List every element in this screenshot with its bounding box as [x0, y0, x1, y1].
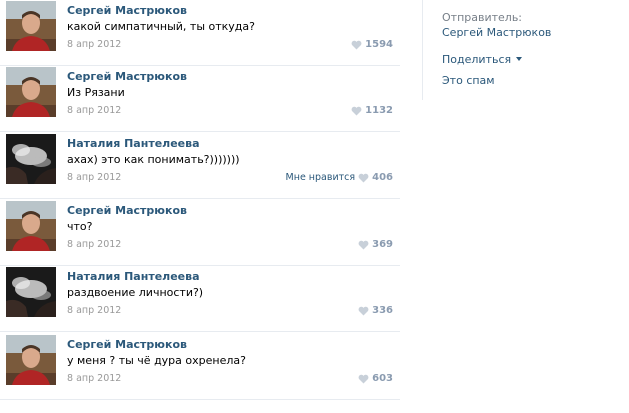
comment-text: что? — [67, 220, 93, 233]
heart-icon — [358, 374, 369, 384]
comment-date[interactable]: 8 апр 2012 — [67, 172, 121, 183]
like-count: 603 — [372, 373, 393, 384]
like-count: 336 — [372, 305, 393, 316]
like-count: 1594 — [365, 39, 393, 50]
avatar[interactable] — [6, 201, 56, 251]
comment: Сергей Мастрюков что? 8 апр 2012 369 — [0, 200, 400, 266]
heart-icon — [358, 306, 369, 316]
caret-down-icon — [516, 57, 523, 61]
divider — [0, 331, 400, 332]
like-label[interactable]: Мне нравится — [286, 172, 356, 183]
like-count: 369 — [372, 239, 393, 250]
comment-date[interactable]: 8 апр 2012 — [67, 305, 121, 316]
like-count: 406 — [372, 172, 393, 183]
sender-label: Отправитель: — [442, 11, 523, 24]
comment-author[interactable]: Сергей Мастрюков — [67, 70, 187, 83]
heart-icon — [358, 173, 369, 183]
like-control[interactable]: 1132 — [351, 105, 393, 116]
comment-author[interactable]: Наталия Пантелеева — [67, 137, 200, 150]
comment-text: ахах) это как понимать?))))))) — [67, 153, 240, 166]
heart-icon — [358, 240, 369, 250]
comment-author[interactable]: Сергей Мастрюков — [67, 4, 187, 17]
comment-text: какой симпатичный, ты откуда? — [67, 20, 255, 33]
comment-date[interactable]: 8 апр 2012 — [67, 105, 121, 116]
comment-date[interactable]: 8 апр 2012 — [67, 39, 121, 50]
avatar[interactable] — [6, 67, 56, 117]
comment-author[interactable]: Сергей Мастрюков — [67, 204, 187, 217]
like-control[interactable]: 336 — [358, 305, 393, 316]
avatar[interactable] — [6, 134, 56, 184]
comment-date[interactable]: 8 апр 2012 — [67, 373, 121, 384]
comment: Сергей Мастрюков какой симпатичный, ты о… — [0, 0, 400, 66]
heart-icon — [351, 40, 362, 50]
sidebar: Отправитель: Сергей Мастрюков Поделиться… — [422, 0, 629, 100]
comment-author[interactable]: Наталия Пантелеева — [67, 270, 200, 283]
like-control[interactable]: 1594 — [351, 39, 393, 50]
comment-text: у меня ? ты чё дура охренела? — [67, 354, 246, 367]
share-dropdown[interactable]: Поделиться — [442, 53, 523, 66]
like-control[interactable]: Мне нравится 406 — [286, 172, 393, 183]
comment-author[interactable]: Сергей Мастрюков — [67, 338, 187, 351]
like-count: 1132 — [365, 105, 393, 116]
heart-icon — [351, 106, 362, 116]
like-control[interactable]: 603 — [358, 373, 393, 384]
report-spam-link[interactable]: Это спам — [442, 74, 495, 87]
divider — [0, 198, 400, 199]
share-label: Поделиться — [442, 53, 512, 66]
avatar[interactable] — [6, 1, 56, 51]
comment-text: Из Рязани — [67, 86, 125, 99]
divider — [0, 399, 400, 400]
comment: Наталия Пантелеева раздвоение личности?)… — [0, 266, 400, 332]
sender-name-link[interactable]: Сергей Мастрюков — [442, 26, 551, 39]
comment-date[interactable]: 8 апр 2012 — [67, 239, 121, 250]
comment: Сергей Мастрюков Из Рязани 8 апр 2012 11… — [0, 66, 400, 132]
comment: Наталия Пантелеева ахах) это как понимат… — [0, 133, 400, 199]
avatar[interactable] — [6, 335, 56, 385]
like-control[interactable]: 369 — [358, 239, 393, 250]
comment-text: раздвоение личности?) — [67, 286, 204, 299]
avatar[interactable] — [6, 267, 56, 317]
divider — [0, 131, 400, 132]
comment: Сергей Мастрюков у меня ? ты чё дура охр… — [0, 334, 400, 400]
